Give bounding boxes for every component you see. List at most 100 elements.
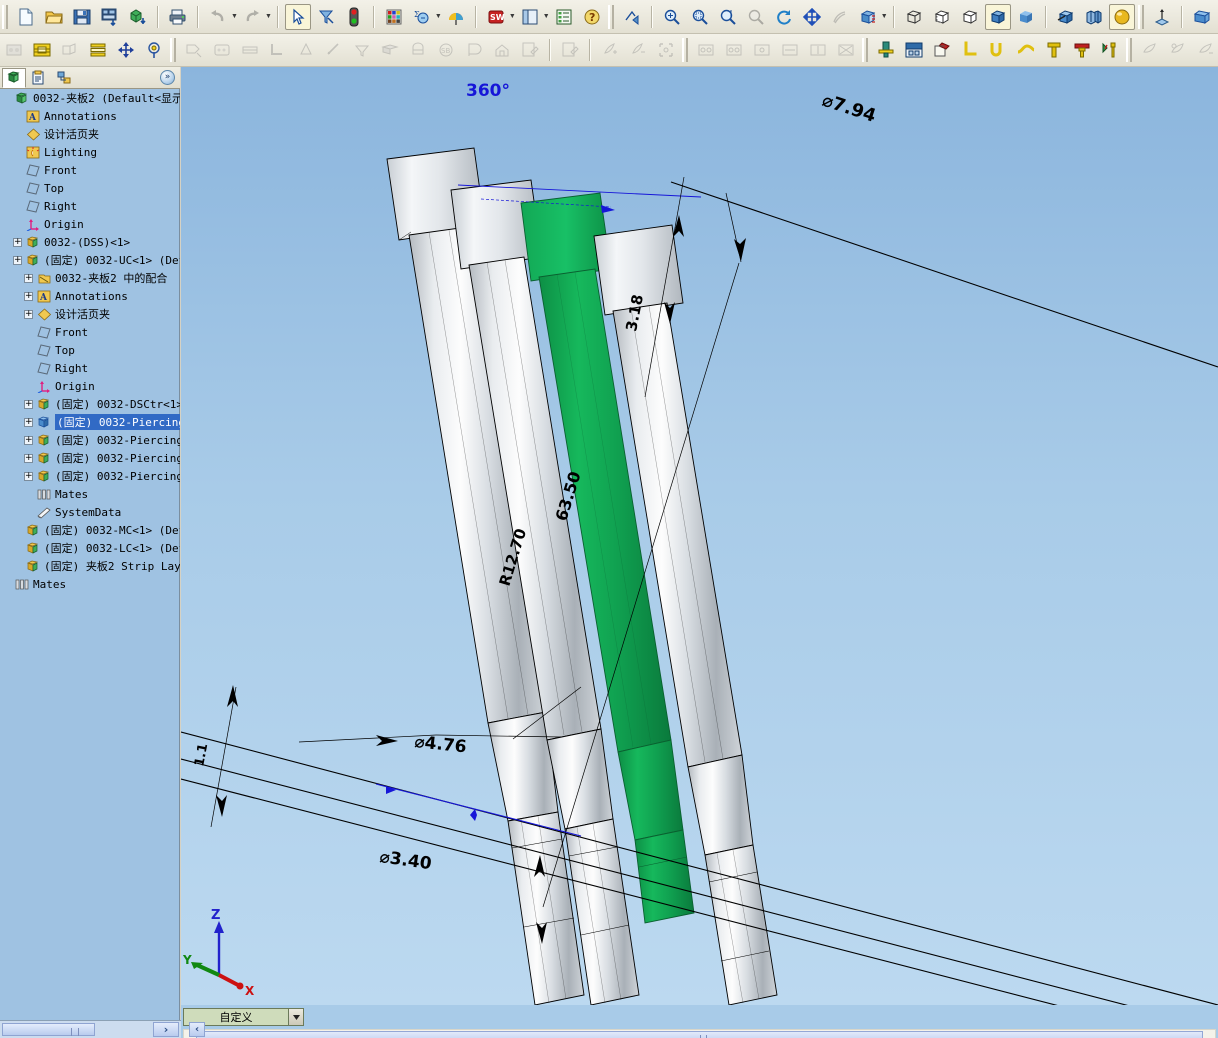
feature-tree-item[interactable]: Mates xyxy=(0,575,180,593)
feature-tree-item[interactable]: Front xyxy=(0,161,180,179)
sketch-tool-13[interactable] xyxy=(517,37,543,63)
expand-toggle-icon[interactable]: + xyxy=(24,399,33,409)
sketch-tool-14[interactable] xyxy=(557,37,583,63)
realview-button[interactable] xyxy=(1108,3,1135,30)
feature-tree-item[interactable]: Origin xyxy=(0,215,180,233)
measure-button[interactable]: Σ xyxy=(409,4,435,30)
sketch-tool-3[interactable] xyxy=(237,37,263,63)
tab-configuration-manager[interactable] xyxy=(52,68,76,88)
feature-tree-item[interactable]: + A Annotations xyxy=(0,287,180,305)
sketch-tool-9[interactable] xyxy=(405,37,431,63)
sketch-tool-5[interactable] xyxy=(293,37,319,63)
new-document-button[interactable] xyxy=(13,4,39,30)
die-plate-button[interactable] xyxy=(901,37,927,63)
scroll-left-button[interactable]: ‹ xyxy=(189,1022,205,1037)
expand-toggle-icon[interactable]: + xyxy=(13,255,22,265)
sketch-tool-4[interactable] xyxy=(265,37,291,63)
insert-punch-button[interactable] xyxy=(57,37,83,63)
filter-select-button[interactable] xyxy=(313,4,339,30)
feature-tree-item[interactable]: +0032-夹板2 中的配合 xyxy=(0,269,180,287)
toolbar-grip[interactable] xyxy=(2,4,8,29)
rebuild-button[interactable] xyxy=(341,4,367,30)
feature-tree[interactable]: 0032-夹板2 (Default<显示状态 A Annotations 设计活页夹 L… xyxy=(0,89,180,1020)
feature-tree-item[interactable]: Mates xyxy=(0,485,180,503)
feature-tree-item[interactable]: Front xyxy=(0,323,180,341)
toolbar-grip-standard-views[interactable] xyxy=(1137,4,1144,29)
pilot-punch-button[interactable] xyxy=(1041,37,1067,63)
feature-tree-item[interactable]: (固定) 夹板2 Strip Layout xyxy=(0,557,180,575)
zoom-to-area-button[interactable] xyxy=(687,4,713,30)
graphics-area[interactable]: 360° 3.18 ⌀7.94 63.50 R12.70 ⌀4.76 ⌀3.40… xyxy=(181,67,1218,1005)
help-button[interactable]: ? xyxy=(579,4,605,30)
shoulder-punch-button[interactable] xyxy=(1069,37,1095,63)
section-view-button[interactable] xyxy=(1053,4,1079,30)
feature-tree-item[interactable]: + (固定) 0032-Piercing 3 xyxy=(0,467,180,485)
feature-tree-item[interactable]: Right xyxy=(0,359,180,377)
wireframe-button[interactable] xyxy=(901,4,927,30)
display-style-dropdown-caret[interactable]: ▼ xyxy=(881,13,888,20)
rotate-view-button[interactable] xyxy=(771,4,797,30)
feature-tree-item[interactable]: 0032-夹板2 (Default<显示状态 xyxy=(0,89,180,107)
feature-tree-item[interactable]: +0032-(DSS)<1> xyxy=(0,233,180,251)
relocate-button[interactable] xyxy=(113,37,139,63)
nest-tool-1[interactable] xyxy=(693,37,719,63)
sketch-tool-7[interactable] xyxy=(349,37,375,63)
redo-button[interactable] xyxy=(239,4,265,30)
sketch-tool-15[interactable] xyxy=(597,37,623,63)
feature-tree-item[interactable]: Origin xyxy=(0,377,180,395)
open-document-button[interactable] xyxy=(41,4,67,30)
sketch-tool-16[interactable] xyxy=(625,37,651,63)
feature-tree-item[interactable]: + (固定) 0032-DSCtr<1> xyxy=(0,395,180,413)
toolbar-grip-sketch[interactable] xyxy=(170,38,176,62)
expand-toggle-icon[interactable]: + xyxy=(24,291,33,301)
bend-u-button[interactable] xyxy=(985,37,1011,63)
undo-dropdown-caret[interactable]: ▼ xyxy=(231,13,238,20)
sketch-tool-2[interactable] xyxy=(209,37,235,63)
edit-color-button[interactable] xyxy=(381,4,407,30)
nest-tool-2[interactable] xyxy=(721,37,747,63)
measure-dropdown-caret[interactable]: ▼ xyxy=(435,13,442,20)
select-tool-button[interactable] xyxy=(284,3,311,30)
tree-scrollbar-thumb[interactable] xyxy=(2,1023,95,1036)
toolbar-grip-die[interactable] xyxy=(862,38,868,62)
feature-tree-item[interactable]: Lighting xyxy=(0,143,180,161)
three-d-drawing-button[interactable] xyxy=(827,4,853,30)
plate-stack-button[interactable] xyxy=(85,37,111,63)
tile-windows-dropdown-caret[interactable]: ▼ xyxy=(543,13,550,20)
expand-toggle-icon[interactable]: + xyxy=(24,309,33,319)
normal-to-button[interactable] xyxy=(1149,4,1175,30)
make-drawing-button[interactable] xyxy=(97,4,123,30)
feature-tree-item[interactable]: + (固定) 0032-Piercing 3 xyxy=(0,413,180,431)
expand-toggle-icon[interactable]: + xyxy=(24,453,33,463)
nest-tool-3[interactable] xyxy=(749,37,775,63)
dim-length-1-1[interactable]: 1.1 xyxy=(192,685,238,828)
feature-tree-horizontal-scrollbar[interactable]: › xyxy=(0,1020,181,1038)
chevron-down-icon[interactable] xyxy=(288,1009,303,1025)
toolbar-grip-nest[interactable] xyxy=(682,38,688,62)
tile-windows-button[interactable] xyxy=(517,4,543,30)
nest-tool-5[interactable] xyxy=(805,37,831,63)
custom-punch-button[interactable] xyxy=(1097,37,1123,63)
feature-tree-item[interactable]: 设计活页夹 xyxy=(0,125,180,143)
mold-tool-3[interactable] xyxy=(1193,37,1218,63)
solidworks-dropdown-caret[interactable]: ▼ xyxy=(509,13,516,20)
tab-property-manager[interactable] xyxy=(27,68,51,88)
sketch-tool-6[interactable] xyxy=(321,37,347,63)
feature-tree-item[interactable]: + (固定) 0032-Piercing 3 xyxy=(0,431,180,449)
expand-toggle-icon[interactable]: + xyxy=(24,417,33,427)
expand-toggle-icon[interactable]: + xyxy=(13,237,22,247)
feature-tree-item[interactable]: Top xyxy=(0,341,180,359)
expand-toggle-icon[interactable]: + xyxy=(24,471,33,481)
expand-toggle-icon[interactable]: + xyxy=(24,435,33,445)
shaded-button[interactable] xyxy=(1013,4,1039,30)
tree-scroll-right-button[interactable]: › xyxy=(153,1022,179,1037)
sketch-tool-12[interactable] xyxy=(489,37,515,63)
feature-tree-item[interactable]: + (固定) 0032-UC<1> (Defaul xyxy=(0,251,180,269)
feature-tree-item[interactable]: + 设计活页夹 xyxy=(0,305,180,323)
draft-analysis-button[interactable] xyxy=(1081,4,1107,30)
feature-tree-item[interactable]: Top xyxy=(0,179,180,197)
pan-button[interactable] xyxy=(799,4,825,30)
feature-tree-item[interactable]: (固定) 0032-MC<1> (Defaul xyxy=(0,521,180,539)
make-assembly-button[interactable] xyxy=(125,4,151,30)
zoom-in-out-button[interactable] xyxy=(715,4,741,30)
